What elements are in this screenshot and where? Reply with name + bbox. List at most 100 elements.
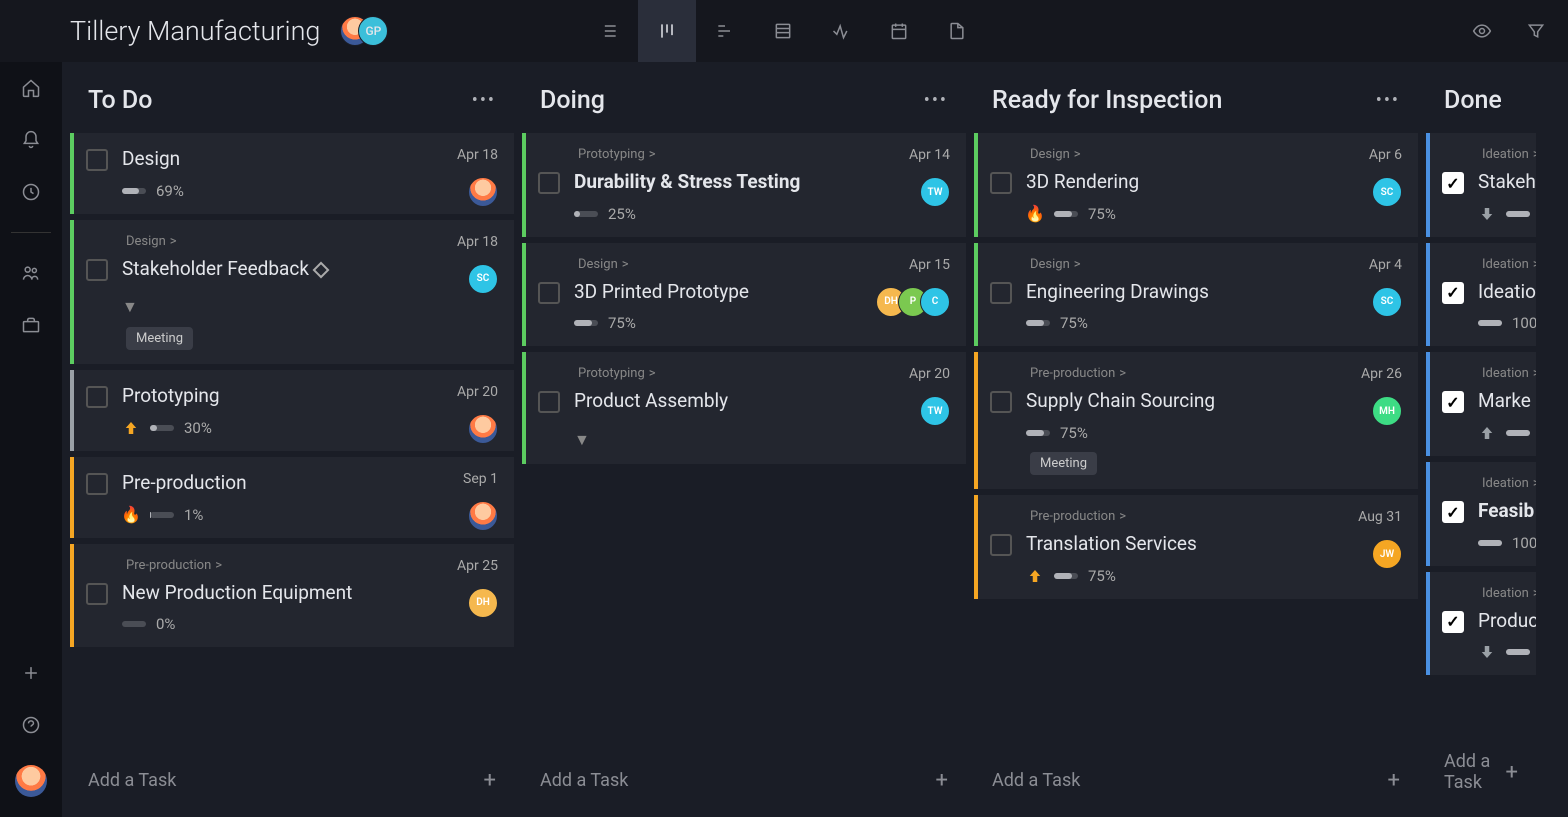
column-title: Doing xyxy=(540,86,924,115)
task-checkbox[interactable] xyxy=(990,391,1012,413)
due-date: Apr 15 xyxy=(884,257,950,273)
task-title: Produc xyxy=(1478,609,1536,634)
task-checkbox[interactable] xyxy=(86,473,108,495)
task-checkbox[interactable] xyxy=(86,583,108,605)
board-view-tab[interactable] xyxy=(638,0,696,62)
due-date: Aug 31 xyxy=(1358,509,1402,525)
parent-label: Ideation > xyxy=(1482,476,1520,491)
assignees: SC xyxy=(457,264,498,294)
arrow-down-icon xyxy=(1478,205,1496,223)
task-title: Engineering Drawings xyxy=(1026,280,1402,305)
column-menu-icon[interactable]: ••• xyxy=(924,90,948,111)
task-title: New Production Equipment xyxy=(122,581,498,606)
task-card[interactable]: Prototyping30%Apr 20 xyxy=(70,370,514,451)
task-card[interactable]: Design >3D Rendering🔥75%Apr 6SC xyxy=(974,133,1418,237)
task-card[interactable]: Ideation >✓Stakeh100% xyxy=(1426,133,1536,237)
column-menu-icon[interactable]: ••• xyxy=(472,90,496,111)
progress-bar xyxy=(150,512,174,518)
task-checkbox[interactable]: ✓ xyxy=(1442,611,1464,633)
task-card[interactable]: Design >3D Printed Prototype75%Apr 15DHP… xyxy=(522,243,966,347)
progress-bar xyxy=(1054,573,1078,579)
add-task-button[interactable]: Add a Task+ xyxy=(70,754,514,807)
assignees xyxy=(457,177,498,207)
task-card[interactable]: Pre-production >New Production Equipment… xyxy=(70,544,514,648)
task-card[interactable]: Design >Engineering Drawings75%Apr 4SC xyxy=(974,243,1418,347)
gantt-view-tab[interactable] xyxy=(696,0,754,62)
fire-icon: 🔥 xyxy=(1026,205,1044,223)
column-menu-icon[interactable]: ••• xyxy=(1376,90,1400,111)
calendar-view-tab[interactable] xyxy=(870,0,928,62)
task-card[interactable]: Ideation >✓Feasib100% xyxy=(1426,462,1536,566)
task-checkbox[interactable] xyxy=(990,172,1012,194)
task-checkbox[interactable] xyxy=(538,391,560,413)
chevron-down-icon[interactable]: ▼ xyxy=(122,297,138,317)
task-checkbox[interactable]: ✓ xyxy=(1442,501,1464,523)
task-checkbox[interactable]: ✓ xyxy=(1442,282,1464,304)
card-right: Sep 1 xyxy=(463,471,498,531)
top-header: Tillery Manufacturing GP xyxy=(0,0,1568,62)
task-card[interactable]: Pre-production >Translation Services75%A… xyxy=(974,495,1418,599)
home-icon[interactable] xyxy=(19,76,43,100)
assignee-avatar: DH xyxy=(468,588,498,618)
task-meta: 0% xyxy=(122,615,498,633)
task-meta: 75% xyxy=(574,314,950,332)
add-task-button[interactable]: Add a Task+ xyxy=(1426,737,1536,807)
progress-percent: 100% xyxy=(1512,314,1536,332)
task-checkbox[interactable]: ✓ xyxy=(1442,391,1464,413)
progress-bar xyxy=(1026,430,1050,436)
people-icon[interactable] xyxy=(19,261,43,285)
project-members[interactable]: GP xyxy=(340,16,388,46)
sheet-view-tab[interactable] xyxy=(754,0,812,62)
task-meta: 75% xyxy=(1026,424,1402,442)
chevron-down-icon[interactable]: ▼ xyxy=(574,430,590,450)
parent-label: Ideation > xyxy=(1482,366,1520,381)
task-checkbox[interactable] xyxy=(538,282,560,304)
add-task-button[interactable]: Add a Task+ xyxy=(522,754,966,807)
dashboard-view-tab[interactable] xyxy=(812,0,870,62)
briefcase-icon[interactable] xyxy=(19,313,43,337)
task-title: Supply Chain Sourcing xyxy=(1026,389,1402,414)
task-card[interactable]: Ideation >✓Ideatio100% xyxy=(1426,243,1536,347)
task-checkbox[interactable] xyxy=(86,386,108,408)
list-view-tab[interactable] xyxy=(580,0,638,62)
task-checkbox[interactable] xyxy=(86,259,108,281)
task-meta: 69% xyxy=(122,182,498,200)
task-card[interactable]: Pre-production >Supply Chain Sourcing75%… xyxy=(974,352,1418,489)
user-avatar[interactable] xyxy=(15,765,47,797)
task-checkbox[interactable] xyxy=(86,149,108,171)
task-card[interactable]: Prototyping >Product Assembly▼Apr 20TW xyxy=(522,352,966,464)
task-meta: ▼ xyxy=(574,424,950,450)
assignee-avatar xyxy=(468,414,498,444)
task-checkbox[interactable] xyxy=(538,172,560,194)
task-checkbox[interactable]: ✓ xyxy=(1442,172,1464,194)
task-title: Marke xyxy=(1478,389,1536,414)
files-view-tab[interactable] xyxy=(928,0,986,62)
plus-icon[interactable] xyxy=(19,661,43,685)
add-task-button[interactable]: Add a Task+ xyxy=(974,754,1418,807)
card-right: Apr 4SC xyxy=(1369,257,1402,317)
task-card[interactable]: Pre-production🔥1%Sep 1 xyxy=(70,457,514,538)
task-title: Prototyping xyxy=(122,384,498,409)
task-card[interactable]: Design69%Apr 18 xyxy=(70,133,514,214)
clock-icon[interactable] xyxy=(19,180,43,204)
help-icon[interactable] xyxy=(19,713,43,737)
bell-icon[interactable] xyxy=(19,128,43,152)
task-checkbox[interactable] xyxy=(990,534,1012,556)
visibility-icon[interactable] xyxy=(1470,19,1494,43)
task-title: Feasib xyxy=(1478,499,1536,524)
task-card[interactable]: Prototyping >Durability & Stress Testing… xyxy=(522,133,966,237)
task-checkbox[interactable] xyxy=(990,282,1012,304)
filter-icon[interactable] xyxy=(1524,19,1548,43)
task-title: 3D Rendering xyxy=(1026,170,1402,195)
parent-label: Design > xyxy=(1030,257,1402,272)
task-card[interactable]: Ideation >✓Produc100% xyxy=(1426,572,1536,676)
assignee-avatar xyxy=(468,501,498,531)
task-card[interactable]: Ideation >✓Marke100% xyxy=(1426,352,1536,456)
task-title: Stakeh xyxy=(1478,170,1536,195)
due-date: Apr 18 xyxy=(457,147,498,163)
arrow-up-icon xyxy=(122,419,140,437)
column-done: DoneIdeation >✓Stakeh100%Ideation >✓Idea… xyxy=(1426,72,1536,807)
due-date: Apr 20 xyxy=(909,366,950,382)
task-title: Ideatio xyxy=(1478,280,1536,305)
task-card[interactable]: Design >Stakeholder Feedback▼MeetingApr … xyxy=(70,220,514,365)
